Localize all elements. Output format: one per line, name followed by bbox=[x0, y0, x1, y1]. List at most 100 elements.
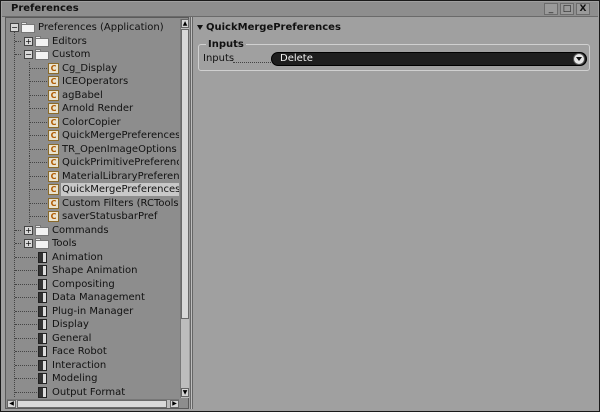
tree-item-label: Plug-in Manager bbox=[52, 305, 134, 317]
tree-folder-item[interactable]: + Editors bbox=[7, 35, 179, 48]
preferences-tree-panel: − Preferences (Application) + Editors − Custo… bbox=[5, 17, 189, 409]
inputs-group: Inputs Inputs Delete bbox=[198, 39, 590, 71]
custom-pref-icon: C bbox=[48, 157, 59, 168]
custom-pref-icon: C bbox=[48, 170, 59, 182]
inputs-field-label: Inputs bbox=[203, 53, 235, 64]
tree-connector-line bbox=[29, 115, 30, 129]
tree-connector-line bbox=[29, 196, 30, 210]
tree-item-label: Data Management bbox=[52, 292, 145, 303]
tree-item-label: Cg_Display bbox=[62, 62, 118, 74]
minimize-button[interactable]: _ bbox=[544, 3, 558, 15]
pref-page-icon bbox=[38, 305, 47, 317]
collapse-expander-icon[interactable]: − bbox=[24, 50, 33, 59]
tree-item[interactable]: C QuickMergePreferences bbox=[7, 183, 179, 196]
group-title: Inputs bbox=[206, 39, 246, 50]
tree-item[interactable]: CagBabel bbox=[7, 88, 179, 102]
horizontal-scroll-thumb[interactable] bbox=[17, 400, 167, 408]
tree-item[interactable]: C ICEOperators bbox=[7, 75, 179, 88]
tree-connector-line bbox=[15, 54, 21, 55]
scroll-up-arrow-icon[interactable]: ▲ bbox=[181, 19, 189, 28]
custom-pref-icon: C bbox=[48, 89, 59, 101]
tree-item[interactable]: Shape Animation bbox=[7, 264, 179, 277]
vertical-scrollbar[interactable]: ▲ ▼ bbox=[180, 19, 189, 398]
inputs-dropdown[interactable]: Delete bbox=[271, 52, 587, 66]
expand-expander-icon[interactable]: + bbox=[24, 36, 33, 46]
tree-item-label: QuickMergePreferences bbox=[62, 130, 179, 141]
tree-item[interactable]: Interaction bbox=[7, 359, 179, 372]
pref-page-icon bbox=[38, 278, 47, 290]
tree-root-item[interactable]: − Preferences (Application) bbox=[7, 21, 179, 34]
pref-page-icon bbox=[38, 332, 47, 344]
tree-item[interactable]: C TR_OpenImageOptions bbox=[7, 142, 179, 156]
preferences-tree: − Preferences (Application) + Editors − Custo… bbox=[7, 19, 179, 398]
tree-connector-line bbox=[15, 243, 21, 244]
dropdown-arrow-icon[interactable] bbox=[573, 53, 585, 65]
tree-connector-line bbox=[15, 310, 37, 312]
tree-item[interactable]: Data Management bbox=[7, 291, 179, 304]
scroll-down-arrow-icon[interactable]: ▼ bbox=[181, 388, 189, 397]
folder-icon bbox=[35, 49, 49, 60]
tree-connector-line bbox=[15, 270, 37, 271]
tree-item[interactable]: CQuickPrimitivePreferences bbox=[7, 156, 179, 169]
tree-connector-line bbox=[15, 283, 37, 285]
window-title: Preferences bbox=[11, 3, 79, 14]
tree-connector-line bbox=[15, 337, 37, 339]
property-panel: QuickMergePreferences Inputs Inputs Dele… bbox=[194, 17, 598, 409]
tree-connector-line bbox=[29, 189, 47, 190]
tree-connector-line bbox=[29, 61, 30, 75]
tree-item-label: Face Robot bbox=[52, 346, 107, 357]
tree-item-label: QuickPrimitivePreferences bbox=[62, 157, 179, 168]
tree-item[interactable]: Animation bbox=[7, 251, 179, 264]
close-button[interactable]: X bbox=[576, 3, 590, 15]
tree-connector-line bbox=[29, 75, 30, 88]
tree-item-label: TR_OpenImageOptions bbox=[62, 143, 177, 155]
tree-folder-item[interactable]: + Commands bbox=[7, 224, 179, 237]
vertical-scroll-thumb[interactable] bbox=[181, 29, 189, 319]
pref-page-icon bbox=[38, 265, 47, 276]
expand-expander-icon[interactable]: + bbox=[24, 225, 33, 235]
tree-item[interactable]: C ColorCopier bbox=[7, 115, 179, 129]
collapse-triangle-icon[interactable] bbox=[197, 24, 203, 30]
tree-item-label: Display bbox=[52, 319, 89, 330]
tree-connector-line bbox=[29, 142, 30, 156]
expand-expander-icon[interactable]: + bbox=[24, 239, 33, 248]
tree-item-label: agBabel bbox=[62, 89, 103, 101]
custom-pref-icon: C bbox=[48, 62, 59, 74]
tree-folder-item[interactable]: − Custom bbox=[7, 48, 179, 61]
tree-item[interactable]: C Custom Filters (RCTools) bbox=[7, 196, 179, 210]
tree-item-label: ICEOperators bbox=[62, 76, 129, 87]
collapse-expander-icon[interactable]: − bbox=[10, 23, 19, 32]
tree-connector-line bbox=[29, 175, 47, 177]
tree-item[interactable]: Modeling bbox=[7, 372, 179, 385]
tree-item-label: MaterialLibraryPreferences bbox=[62, 170, 179, 182]
tree-item[interactable]: Plug-in Manager bbox=[7, 305, 179, 318]
title-bar[interactable]: Preferences _ □ X bbox=[2, 2, 598, 17]
tree-item[interactable]: Output Format bbox=[7, 386, 179, 399]
maximize-button[interactable]: □ bbox=[560, 3, 574, 15]
tree-connector-line bbox=[29, 210, 30, 223]
tree-item[interactable]: C Arnold Render bbox=[7, 102, 179, 115]
tree-item[interactable]: General bbox=[7, 332, 179, 345]
scroll-right-arrow-icon[interactable]: ▶ bbox=[170, 400, 179, 408]
tree-item[interactable]: CMaterialLibraryPreferences bbox=[7, 169, 179, 183]
custom-pref-icon: C bbox=[48, 143, 59, 155]
tree-item-label: Compositing bbox=[52, 278, 115, 290]
tree-item[interactable]: Compositing bbox=[7, 278, 179, 291]
section-header[interactable]: QuickMergePreferences bbox=[197, 22, 341, 33]
panel-splitter[interactable] bbox=[190, 17, 193, 409]
tree-item[interactable]: Face Robot bbox=[7, 345, 179, 358]
tree-connector-line bbox=[15, 40, 21, 42]
folder-icon bbox=[35, 224, 49, 236]
label-leader-dots bbox=[233, 62, 271, 63]
tree-item[interactable]: CsaverStatusbarPref bbox=[7, 210, 179, 223]
scroll-left-arrow-icon[interactable]: ◀ bbox=[7, 400, 16, 408]
tree-item[interactable]: C QuickMergePreferences bbox=[7, 129, 179, 142]
tree-item[interactable]: C Cg_Display bbox=[7, 61, 179, 75]
tree-connector-line bbox=[29, 129, 30, 142]
tree-folder-item[interactable]: + Tools bbox=[7, 237, 179, 250]
pref-page-icon bbox=[38, 319, 47, 330]
custom-pref-icon: C bbox=[48, 197, 59, 209]
horizontal-scrollbar[interactable]: ◀ ▶ bbox=[7, 399, 179, 408]
tree-item[interactable]: Display bbox=[7, 318, 179, 331]
tree-connector-line bbox=[29, 81, 47, 82]
